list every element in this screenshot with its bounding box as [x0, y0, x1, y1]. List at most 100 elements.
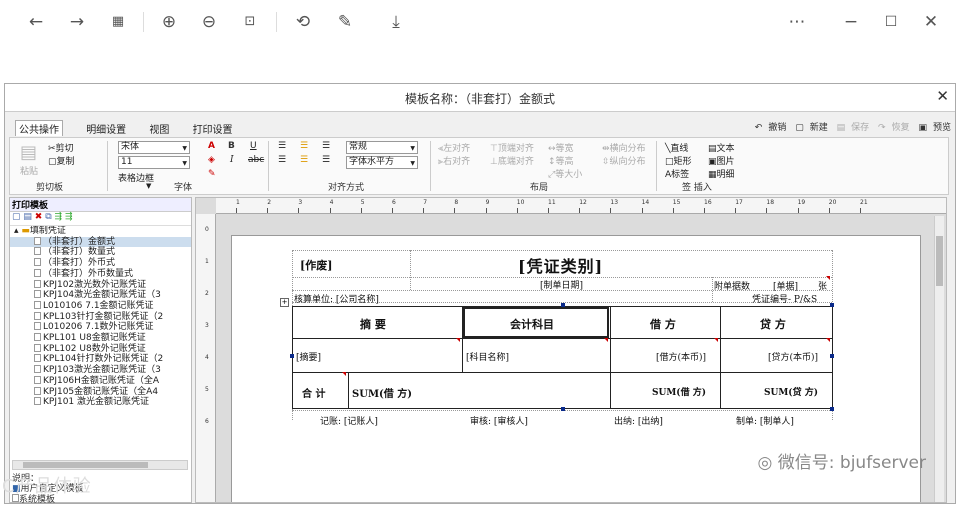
font-size-select[interactable]: 11	[118, 156, 190, 169]
paste-icon[interactable]: ▤	[20, 142, 37, 163]
save-template-icon[interactable]: ▤	[23, 212, 32, 222]
void-label[interactable]: [作废]	[300, 257, 332, 273]
close-icon[interactable]: ✕	[920, 12, 942, 32]
strike-icon[interactable]: abc	[248, 155, 264, 165]
tree-item[interactable]: KPJ106H金额记账凭证（全A	[10, 375, 191, 387]
row-summary[interactable]: [摘要]	[296, 350, 321, 363]
window-close-icon[interactable]: ✕	[936, 87, 949, 105]
more-icon[interactable]: ⋯	[786, 12, 808, 32]
align-left-icon[interactable]: ☰	[278, 155, 286, 165]
zoom-out-icon[interactable]: ⊖	[198, 12, 220, 32]
tree-item[interactable]: L010206 7.1数外记账凭证	[10, 322, 191, 333]
layout-bottom-button[interactable]: ⊥底端对齐	[490, 154, 534, 167]
tree-item[interactable]: （非套打）外币数量式	[10, 268, 191, 280]
tree-item[interactable]: KPJ101 激光金额记账凭证	[10, 397, 191, 408]
tree-item[interactable]: KPL104针打数外记账凭证（2	[10, 354, 191, 365]
align-middle-icon[interactable]: ☰	[300, 141, 308, 151]
attach-value[interactable]: [单据]	[773, 279, 798, 292]
layout-height-button[interactable]: ↕等高	[548, 154, 574, 167]
tree-item[interactable]: （非套打）数量式	[10, 247, 191, 258]
underline-icon[interactable]: U	[250, 141, 257, 151]
row-credit[interactable]: [贷方(本币)]	[768, 350, 818, 363]
zoom-in-icon[interactable]: ⊕	[158, 12, 180, 32]
attach-label[interactable]: 附单据数	[714, 279, 750, 292]
tree-item[interactable]: KPJ104激光金额记账凭证（3	[10, 290, 191, 301]
copy-template-icon[interactable]: ⧉	[45, 212, 51, 222]
header-summary[interactable]: 摘 要	[360, 316, 386, 332]
restore-button[interactable]: ↷ 恢复	[878, 123, 910, 133]
rotate-icon[interactable]: ⟲	[292, 12, 314, 32]
footer-bookkeeper[interactable]: 记账: [记账人]	[320, 414, 378, 427]
total-summary[interactable]: SUM(借 方)	[352, 385, 412, 400]
font-color-icon[interactable]: A	[208, 141, 215, 151]
grid-icon[interactable]: ▦	[107, 12, 129, 32]
download-icon[interactable]: ⤓	[385, 12, 407, 32]
pen-icon[interactable]: ✎	[208, 169, 216, 179]
move-handle-icon[interactable]: +	[280, 298, 289, 307]
header-account[interactable]: 会计科目	[510, 316, 554, 332]
insert-image-button[interactable]: ▣图片	[708, 154, 735, 167]
distribute-h-button[interactable]: ⇹横向分布	[602, 141, 646, 154]
tree-item[interactable]: L010106 7.1金额记账凭证	[10, 300, 191, 312]
align-top-icon[interactable]: ☰	[278, 141, 286, 151]
insert-rect-button[interactable]: □矩形	[665, 154, 692, 167]
maximize-icon[interactable]: ☐	[880, 12, 902, 32]
footer-preparer[interactable]: 制单: [制单人]	[736, 414, 794, 427]
actual-size-icon[interactable]: ⊡	[239, 12, 261, 32]
border-dropdown-icon[interactable]: ▼	[146, 182, 151, 190]
row-debit[interactable]: [借方(本币)]	[656, 350, 706, 363]
insert-line-button[interactable]: ╲直线	[665, 141, 688, 154]
align-bottom-icon[interactable]: ☰	[322, 141, 330, 151]
new-button[interactable]: ▢ 新建	[795, 123, 828, 133]
tab-print[interactable]: 打印设置	[193, 121, 233, 136]
tree-item[interactable]: KPL101 U8金额记账凭证	[10, 333, 191, 344]
tree-item[interactable]: KPL103针打金额记账凭证（2	[10, 311, 191, 323]
tab-common[interactable]: 公共操作	[15, 120, 63, 136]
serial-label[interactable]: 凭证编号- P/&S	[752, 292, 817, 305]
tree-root[interactable]: ▴ ▬填制凭证	[10, 226, 191, 237]
style-select[interactable]: 常规	[346, 141, 418, 154]
total-label[interactable]: 合 计	[302, 385, 325, 400]
voucher-category[interactable]: [凭证类别]	[518, 253, 603, 277]
layout-left-button[interactable]: ⫷左对齐	[438, 141, 470, 154]
total-debit[interactable]: SUM(借 方)	[652, 385, 706, 398]
footer-reviewer[interactable]: 审核: [审核人]	[470, 414, 528, 427]
distribute-v-button[interactable]: ⇳纵向分布	[602, 154, 646, 167]
insert-detail-button[interactable]: ▦明细	[708, 167, 735, 180]
paste-button[interactable]: 粘贴	[20, 164, 38, 177]
header-credit[interactable]: 贷 方	[760, 316, 786, 332]
direction-select[interactable]: 字体水平方	[346, 156, 418, 169]
back-arrow-icon[interactable]: ←	[25, 12, 47, 32]
layout-right-button[interactable]: ⫸右对齐	[438, 154, 470, 167]
footer-cashier[interactable]: 出纳: [出纳]	[614, 414, 663, 427]
import-icon[interactable]: ⇶	[55, 212, 63, 222]
unit-label[interactable]: 核算单位: [公司名称]	[294, 292, 379, 305]
italic-icon[interactable]: I	[230, 155, 234, 165]
forward-arrow-icon[interactable]: →	[66, 12, 88, 32]
insert-text-button[interactable]: ▤文本	[708, 141, 735, 154]
layout-size-button[interactable]: ⤢等大小	[548, 167, 582, 180]
tree-item[interactable]: KPJ105金额记账凭证（全A4	[10, 386, 191, 398]
new-template-icon[interactable]: ▢	[12, 212, 21, 222]
insert-label-button[interactable]: A标签	[665, 167, 689, 180]
voucher-date[interactable]: [制单日期]	[540, 278, 583, 291]
layout-width-button[interactable]: ↔等宽	[548, 141, 574, 154]
edit-icon[interactable]: ✎	[334, 12, 356, 32]
tree-horizontal-scrollbar[interactable]	[12, 460, 188, 470]
bold-icon[interactable]: B	[228, 141, 235, 151]
tree-item[interactable]: KPL102 U8数外记账凭证	[10, 343, 191, 355]
tree-item[interactable]: （非套打）金额式	[10, 236, 191, 248]
total-credit[interactable]: SUM(贷 方)	[764, 385, 818, 398]
save-button[interactable]: ▤ 保存	[837, 123, 870, 133]
tree-item[interactable]: KPJ103激光金额记账凭证（3	[10, 365, 191, 376]
tree-item[interactable]: （非套打）外币式	[10, 258, 191, 269]
canvas-vertical-scrollbar[interactable]	[934, 216, 944, 502]
layout-top-button[interactable]: ⊤顶端对齐	[490, 141, 534, 154]
copy-button[interactable]: ▢复制	[48, 154, 75, 167]
preview-button[interactable]: ▣ 预览	[918, 123, 951, 133]
tree-item[interactable]: KPJ102激光数外记账凭证	[10, 279, 191, 291]
export-icon[interactable]: ⇶	[65, 212, 73, 222]
row-account[interactable]: [科目名称]	[466, 350, 509, 363]
fill-color-icon[interactable]: ◈	[208, 155, 215, 165]
cut-button[interactable]: ✂剪切	[48, 141, 74, 154]
